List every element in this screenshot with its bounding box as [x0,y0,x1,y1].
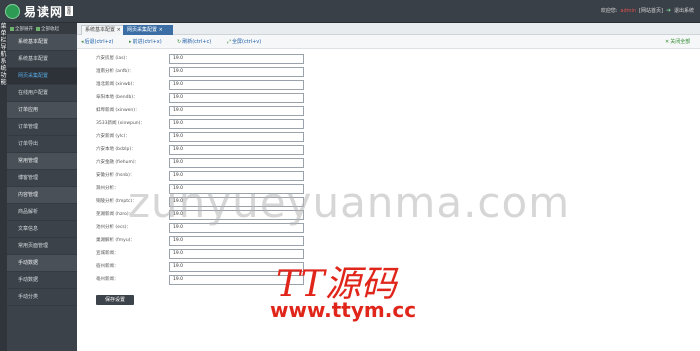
vertical-nav-char: 单 [0,30,7,37]
sidebar-item[interactable]: 手动数据 [7,272,77,289]
field-label: 宿州新闻： [96,264,119,269]
refresh-button[interactable]: ↻刷新(ctrl+c) [177,38,211,45]
field-input[interactable]: 19.0 [169,119,304,129]
back-icon: ◂ [81,39,84,45]
welcome-label: 欢迎您: [600,8,618,14]
vertical-nav-char: 菜 [0,23,7,30]
sidebar-item[interactable]: 订单导出 [7,136,77,153]
field-input[interactable]: 19.0 [169,54,304,64]
field-label: 六安金融 (fiehum)： [96,160,140,165]
vertical-nav-char: 栏 [0,37,7,44]
field-label: 六安新闻 (ylc)： [96,134,130,139]
field-label: 阜阳本地 (bendb)： [96,95,138,100]
vertical-nav-char: 导 [0,44,7,51]
sidebar-group[interactable]: 内容管理 [7,187,77,204]
top-bar: 易读网 管理 欢迎您: admin [网站首页] ➜ 退出系统 [0,0,700,23]
logo-emblem-icon [5,3,20,19]
forward-icon: ▸ [129,39,132,45]
logout-icon[interactable]: ➜ [666,7,671,14]
sidebar-group[interactable]: 系统基本配置 [7,34,77,51]
sidebar-item[interactable]: 常用页面管理 [7,238,77,255]
field-input[interactable]: 19.0 [169,158,304,168]
sidebar-group[interactable]: 手动数据 [7,255,77,272]
field-label: 淮北新闻 (xinwb)： [96,82,137,87]
sidebar-item[interactable]: 在线用户配置 [7,85,77,102]
watermark-domain: zunyueyuanma.com [128,178,571,227]
refresh-icon: ↻ [177,39,182,45]
field-input[interactable]: 19.0 [169,80,304,90]
field-label: 亳州新闻： [96,277,119,282]
field-input[interactable]: 19.0 [169,145,304,155]
logo-text: 易读网 [24,4,64,19]
close-all-button[interactable]: ✕关闭全部 [665,38,690,45]
field-label: 蚌埠新闻 (xinwen)： [96,108,140,113]
save-button[interactable]: 保存设置 [96,295,134,305]
expand-icon [10,26,14,31]
tab-web-collect-config[interactable]: 网页采集配置 × [123,25,173,35]
sidebar-controls: 全部展开 全部收起 [7,23,77,34]
username[interactable]: admin [620,8,636,14]
forward-button[interactable]: ▸前进(ctrl+x) [129,38,162,45]
tab-system-config[interactable]: 系统基本配置 × [81,25,125,35]
logo-tag: 管理 [65,6,74,16]
field-input[interactable]: 19.0 [169,236,304,246]
fullscreen-icon: ⤢ [227,39,232,45]
app-logo: 易读网 管理 [5,3,74,19]
vertical-nav-char: 统 [0,65,7,72]
sidebar-item[interactable]: 订单管理 [7,119,77,136]
vertical-nav-char: 系 [0,58,7,65]
collapse-all-button[interactable]: 全部收起 [36,26,59,32]
logout-link[interactable]: 退出系统 [674,7,694,14]
sidebar-menu: 系统基本配置 系统基本配置 网页采集配置 在线用户配置 订单应用 订单管理 订单导出 常用管理… [7,34,77,306]
field-label: 淮南分析 (anfb)： [96,69,134,74]
field-label: 六安本地 (bdzlp)： [96,147,136,152]
expand-all-button[interactable]: 全部展开 [10,26,33,32]
user-bar: 欢迎您: admin [网站首页] ➜ 退出系统 [601,7,694,14]
sidebar-group[interactable]: 订单应用 [7,102,77,119]
vertical-nav-strip[interactable]: 菜单栏导航系统功能 [0,23,7,351]
sidebar-item[interactable]: 手动分类 [7,289,77,306]
close-icon: ✕ [665,39,670,45]
toolbar: ◂后退(ctrl+z) ▸前进(ctrl+x) ↻刷新(ctrl+c) ⤢全屏(… [77,35,700,49]
sidebar-item[interactable]: 博客管理 [7,170,77,187]
fullscreen-button[interactable]: ⤢全屏(ctrl+v) [227,38,261,45]
field-label: 巢湖解析 (fmyu)： [96,238,135,243]
tab-bar: 系统基本配置 × 网页采集配置 × [77,23,700,35]
field-label: 宣城新闻： [96,251,119,256]
field-input[interactable]: 19.0 [169,67,304,77]
sidebar-item[interactable]: 文章信息 [7,221,77,238]
watermark-url: www.ttym.cc [270,298,417,322]
sidebar-item[interactable]: 系统基本配置 [7,51,77,68]
field-input[interactable]: 19.0 [169,93,304,103]
sidebar-group[interactable]: 常用管理 [7,153,77,170]
back-button[interactable]: ◂后退(ctrl+z) [81,38,113,45]
site-home-link[interactable]: [网站首页] [639,7,663,14]
collapse-icon [36,26,40,31]
sidebar-item[interactable]: 网页采集配置 [7,68,77,85]
field-input[interactable]: 19.0 [169,132,304,142]
sidebar: 全部展开 全部收起 系统基本配置 系统基本配置 网页采集配置 在线用户配置 订单应用 订单… [7,23,77,351]
field-label: 六安房屋 (ias)： [96,56,130,61]
vertical-nav-char: 能 [0,79,7,86]
sidebar-item[interactable]: 商品解析 [7,204,77,221]
field-input[interactable]: 19.0 [169,106,304,116]
vertical-nav-char: 功 [0,72,7,79]
field-label: 3533新闻 (xinwpun)： [96,121,145,126]
vertical-nav-char: 航 [0,51,7,58]
